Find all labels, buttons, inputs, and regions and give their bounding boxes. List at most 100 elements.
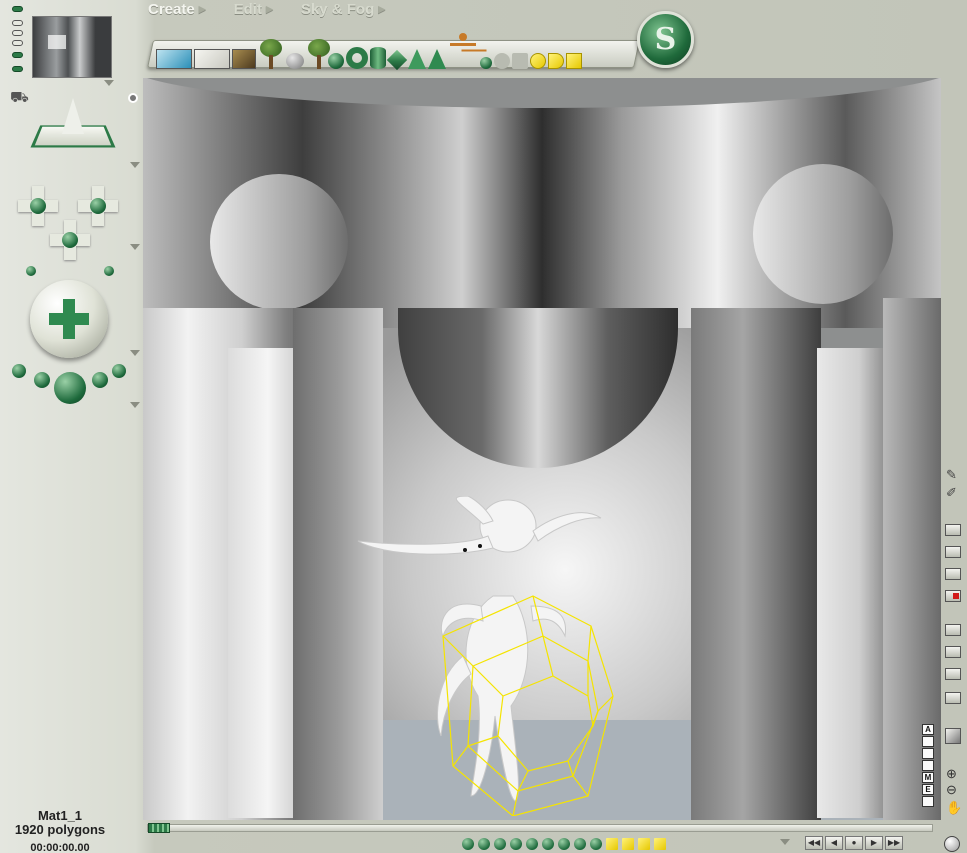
step-back-icon[interactable]: ◀	[825, 836, 843, 850]
step-forward-icon[interactable]: ▶	[865, 836, 883, 850]
grid-icon[interactable]	[945, 692, 961, 704]
timeline-scrubber[interactable]	[147, 823, 933, 833]
rotate-trackball[interactable]	[30, 280, 108, 358]
globe-icon[interactable]	[944, 836, 960, 852]
strip-item-icon[interactable]	[478, 838, 490, 850]
move-menu-arrow-icon[interactable]	[130, 244, 140, 250]
view-top-icon[interactable]	[945, 568, 961, 580]
gray-sphere-icon[interactable]	[494, 53, 510, 69]
scale-control-row	[12, 360, 132, 404]
app-logo-button[interactable]: S	[637, 11, 694, 68]
cube-view-icon[interactable]	[945, 728, 961, 744]
mini-toggle-7[interactable]	[922, 796, 934, 807]
mini-toggle-4[interactable]	[922, 760, 934, 771]
strip-item-icon[interactable]	[622, 838, 634, 850]
yellow-cone-icon[interactable]	[548, 53, 564, 69]
cylinder-icon[interactable]	[370, 47, 386, 69]
brush-icon[interactable]: ✐	[946, 486, 960, 500]
plus-arrows-icon	[49, 299, 89, 339]
rock-icon[interactable]	[286, 53, 304, 69]
3d-viewport[interactable]	[143, 78, 941, 820]
timeline-handle[interactable]	[148, 823, 170, 833]
panel-tab-3[interactable]	[12, 30, 23, 36]
scale-sphere-3-icon[interactable]	[92, 372, 108, 388]
panel-tab-6[interactable]	[12, 66, 23, 72]
menu-sky-fog[interactable]: Sky & Fog ▶	[301, 0, 385, 18]
zoom-in-icon[interactable]: ⊕	[946, 766, 957, 782]
pencil-icon[interactable]: ✎	[946, 468, 960, 482]
mini-toggle-3[interactable]	[922, 748, 934, 759]
scale-sphere-uniform-icon[interactable]	[54, 372, 86, 404]
strip-item-icon[interactable]	[462, 838, 474, 850]
mini-toggle-e[interactable]: E	[922, 784, 934, 795]
strip-item-icon[interactable]	[494, 838, 506, 850]
small-sphere-left-icon[interactable]	[26, 266, 36, 276]
scale-menu-arrow-icon[interactable]	[130, 402, 140, 408]
scale-sphere-4-icon[interactable]	[112, 364, 126, 378]
strip-item-icon[interactable]	[510, 838, 522, 850]
scene-preview-thumbnail[interactable]	[32, 16, 112, 78]
move-y-icon[interactable]	[50, 220, 90, 260]
strip-item-icon[interactable]	[558, 838, 570, 850]
rotate-menu-arrow-icon[interactable]	[130, 350, 140, 356]
radio-toggle[interactable]	[128, 93, 138, 103]
figure-icon[interactable]	[448, 33, 478, 69]
ground-menu-arrow-icon[interactable]	[130, 162, 140, 168]
panel-icon[interactable]	[945, 668, 961, 680]
panel-tab-1[interactable]	[12, 6, 23, 12]
view-front-icon[interactable]	[945, 524, 961, 536]
view-side-icon[interactable]	[945, 546, 961, 558]
strip-menu-arrow-icon[interactable]	[780, 839, 790, 845]
menu-edit[interactable]: Edit ▶	[234, 0, 273, 18]
transport-controls: ◀◀ ◀ ● ▶ ▶▶	[805, 836, 903, 851]
scale-sphere-2-icon[interactable]	[34, 372, 50, 388]
layers-icon[interactable]	[945, 646, 961, 658]
small-sphere-right-icon[interactable]	[104, 266, 114, 276]
terrain-icon[interactable]	[232, 49, 256, 69]
water-plane-icon[interactable]	[156, 49, 192, 69]
gray-cube-icon[interactable]	[512, 53, 528, 69]
object-name: Mat1_1	[37, 808, 83, 823]
preview-menu-arrow-icon[interactable]	[104, 80, 114, 86]
yellow-sphere-icon[interactable]	[530, 53, 546, 69]
play-icon[interactable]: ●	[845, 836, 863, 850]
hand-pan-icon[interactable]: ✋	[946, 800, 962, 816]
scale-sphere-1-icon[interactable]	[12, 364, 26, 378]
zoom-out-icon[interactable]: ⊖	[946, 782, 957, 798]
cone-icon[interactable]	[428, 49, 446, 69]
torus-icon[interactable]	[346, 47, 368, 69]
sphere-icon[interactable]	[328, 53, 344, 69]
fast-forward-icon[interactable]: ▶▶	[885, 836, 903, 850]
strip-item-icon[interactable]	[542, 838, 554, 850]
selected-object[interactable]	[343, 496, 663, 816]
clapper-icon[interactable]: ⛟	[10, 90, 29, 106]
menu-create[interactable]: Create ▶	[148, 0, 206, 18]
cube-icon[interactable]	[386, 49, 408, 71]
strip-item-icon[interactable]	[574, 838, 586, 850]
tree-icon[interactable]	[258, 39, 284, 69]
rewind-icon[interactable]: ◀◀	[805, 836, 823, 850]
left-control-panel: ⛟	[0, 0, 143, 853]
ground-plane-icon[interactable]	[194, 49, 230, 69]
strip-item-icon[interactable]	[526, 838, 538, 850]
strip-item-icon[interactable]	[590, 838, 602, 850]
strip-item-icon[interactable]	[654, 838, 666, 850]
yellow-cube-icon[interactable]	[566, 53, 582, 69]
panel-tab-5[interactable]	[12, 52, 23, 58]
mini-toggle-m[interactable]: M	[922, 772, 934, 783]
top-menu: Create ▶ Edit ▶ Sky & Fog ▶	[148, 0, 385, 18]
pyramid-icon[interactable]	[408, 49, 426, 69]
strip-item-icon[interactable]	[638, 838, 650, 850]
list-icon[interactable]	[945, 624, 961, 636]
panel-tab-4[interactable]	[12, 40, 23, 46]
record-icon[interactable]	[945, 590, 961, 602]
panel-tab-2[interactable]	[12, 20, 23, 26]
dark-sphere-icon[interactable]	[480, 57, 492, 69]
strip-item-icon[interactable]	[606, 838, 618, 850]
plant-icon[interactable]	[306, 39, 330, 69]
mini-toggle-a[interactable]: A	[922, 724, 934, 735]
right-arch-opening	[753, 164, 893, 304]
ground-plane-icon[interactable]	[30, 98, 116, 158]
selection-bounding-box	[442, 595, 614, 816]
mini-toggle-2[interactable]	[922, 736, 934, 747]
